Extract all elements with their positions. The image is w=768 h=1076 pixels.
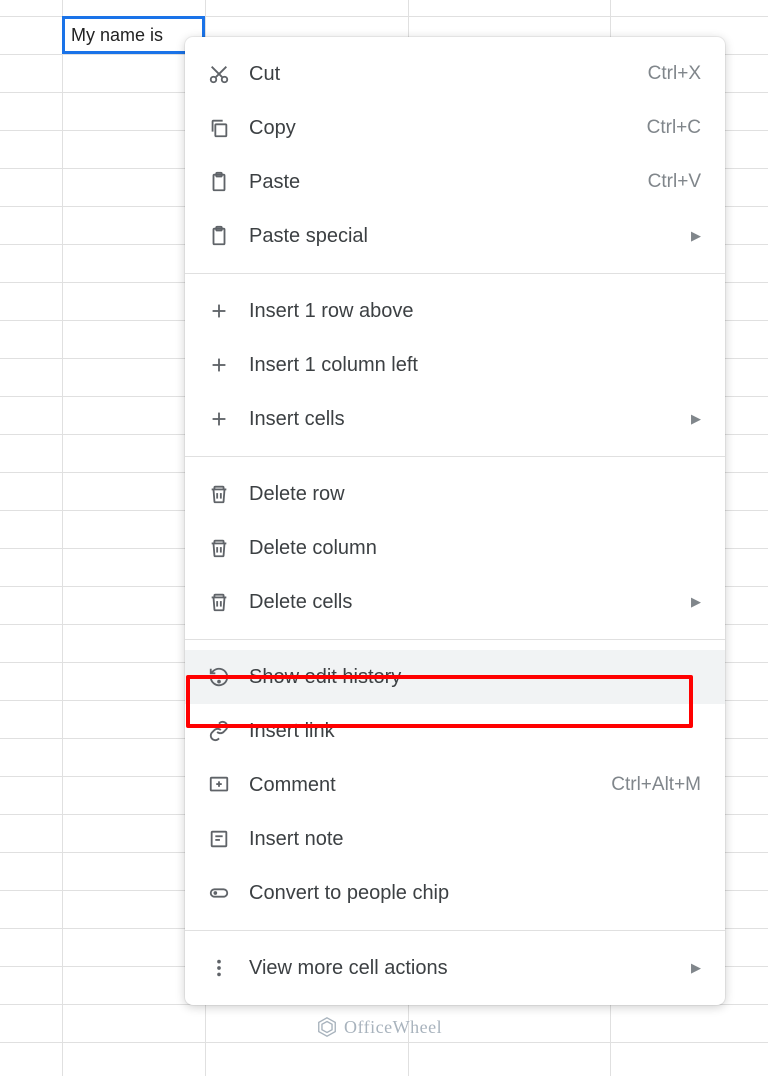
people-chip-icon [207, 881, 231, 905]
menu-paste[interactable]: Paste Ctrl+V [185, 155, 725, 209]
paste-special-icon [207, 224, 231, 248]
menu-label: Insert cells [249, 408, 681, 431]
menu-label: Delete column [249, 537, 701, 560]
menu-view-more-cell-actions[interactable]: View more cell actions ▶ [185, 941, 725, 995]
submenu-arrow-icon: ▶ [691, 594, 701, 610]
plus-icon [207, 407, 231, 431]
trash-icon [207, 536, 231, 560]
menu-label: Insert note [249, 828, 701, 851]
menu-label: Cut [249, 63, 648, 86]
cell-value: My name is [71, 25, 163, 46]
menu-label: Convert to people chip [249, 882, 701, 905]
menu-paste-special[interactable]: Paste special ▶ [185, 209, 725, 263]
menu-label: Copy [249, 117, 647, 140]
menu-insert-column-left[interactable]: Insert 1 column left [185, 338, 725, 392]
watermark-text: OfficeWheel [344, 1017, 442, 1038]
plus-icon [207, 353, 231, 377]
plus-icon [207, 299, 231, 323]
menu-divider [185, 456, 725, 457]
menu-insert-row-above[interactable]: Insert 1 row above [185, 284, 725, 338]
hexagon-icon [316, 1016, 338, 1038]
watermark: OfficeWheel [316, 1016, 442, 1038]
menu-copy[interactable]: Copy Ctrl+C [185, 101, 725, 155]
menu-label: Insert 1 column left [249, 354, 701, 377]
menu-shortcut: Ctrl+Alt+M [611, 774, 701, 796]
cut-icon [207, 62, 231, 86]
menu-shortcut: Ctrl+X [648, 63, 701, 85]
menu-divider [185, 639, 725, 640]
menu-label: Show edit history [249, 666, 701, 689]
menu-label: Delete cells [249, 591, 681, 614]
menu-divider [185, 273, 725, 274]
more-vertical-icon [207, 956, 231, 980]
menu-shortcut: Ctrl+C [647, 117, 701, 139]
menu-comment[interactable]: Comment Ctrl+Alt+M [185, 758, 725, 812]
menu-label: Insert link [249, 720, 701, 743]
menu-delete-cells[interactable]: Delete cells ▶ [185, 575, 725, 629]
menu-shortcut: Ctrl+V [648, 171, 701, 193]
menu-label: Delete row [249, 483, 701, 506]
submenu-arrow-icon: ▶ [691, 960, 701, 976]
comment-icon [207, 773, 231, 797]
menu-label: View more cell actions [249, 957, 681, 980]
menu-divider [185, 930, 725, 931]
menu-label: Paste special [249, 225, 681, 248]
link-icon [207, 719, 231, 743]
note-icon [207, 827, 231, 851]
menu-insert-cells[interactable]: Insert cells ▶ [185, 392, 725, 446]
menu-show-edit-history[interactable]: Show edit history [185, 650, 725, 704]
menu-delete-row[interactable]: Delete row [185, 467, 725, 521]
menu-insert-link[interactable]: Insert link [185, 704, 725, 758]
submenu-arrow-icon: ▶ [691, 228, 701, 244]
context-menu: Cut Ctrl+X Copy Ctrl+C Paste Ctrl+V [185, 37, 725, 1005]
paste-icon [207, 170, 231, 194]
trash-icon [207, 482, 231, 506]
copy-icon [207, 116, 231, 140]
menu-cut[interactable]: Cut Ctrl+X [185, 47, 725, 101]
menu-label: Comment [249, 774, 611, 797]
menu-label: Paste [249, 171, 648, 194]
submenu-arrow-icon: ▶ [691, 411, 701, 427]
trash-icon [207, 590, 231, 614]
menu-insert-note[interactable]: Insert note [185, 812, 725, 866]
selected-cell[interactable]: My name is [62, 16, 205, 54]
menu-delete-column[interactable]: Delete column [185, 521, 725, 575]
menu-convert-people-chip[interactable]: Convert to people chip [185, 866, 725, 920]
menu-label: Insert 1 row above [249, 300, 701, 323]
history-icon [207, 665, 231, 689]
